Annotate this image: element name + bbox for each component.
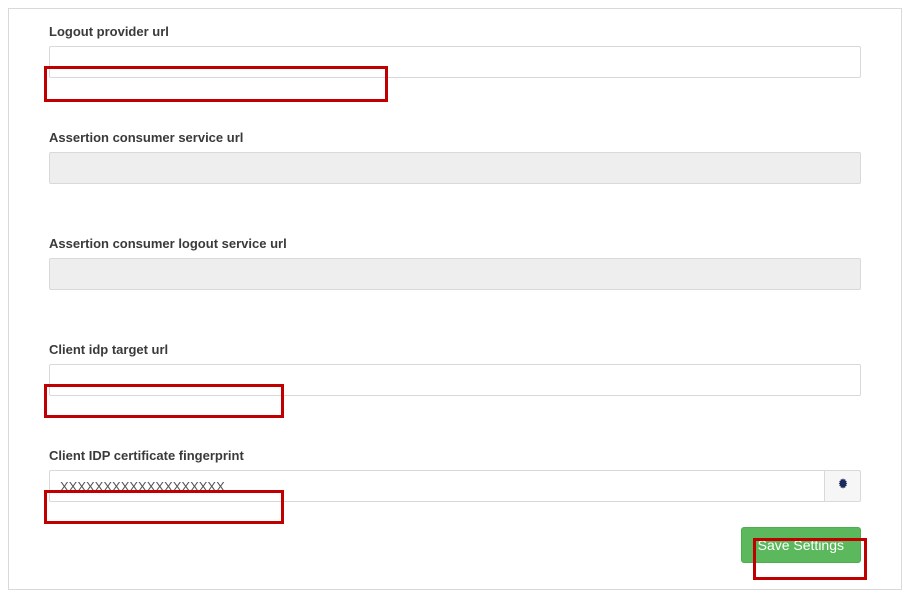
settings-panel: Logout provider url Assertion consumer s… [8, 8, 902, 590]
client-idp-target-url-input[interactable] [49, 364, 861, 396]
client-idp-certificate-fingerprint-input[interactable] [49, 470, 825, 502]
logout-provider-url-input[interactable] [49, 46, 861, 78]
label-acs-logout: Assertion consumer logout service url [49, 236, 861, 251]
label-acs: Assertion consumer service url [49, 130, 861, 145]
button-row: Save Settings [49, 527, 861, 563]
input-wrap [49, 46, 861, 78]
field-idp-fingerprint: Client IDP certificate fingerprint [49, 448, 861, 502]
field-logout-provider: Logout provider url [49, 24, 861, 78]
label-idp-target: Client idp target url [49, 342, 861, 357]
assertion-consumer-logout-service-url-input [49, 258, 861, 290]
input-wrap [49, 364, 861, 396]
field-acs: Assertion consumer service url [49, 130, 861, 184]
save-settings-button[interactable]: Save Settings [741, 527, 861, 563]
fingerprint-addon[interactable] [825, 470, 861, 502]
label-idp-fingerprint: Client IDP certificate fingerprint [49, 448, 861, 463]
fingerprint-input-group [49, 470, 861, 502]
field-idp-target: Client idp target url [49, 342, 861, 396]
field-acs-logout: Assertion consumer logout service url [49, 236, 861, 290]
gear-icon [836, 477, 850, 496]
input-wrap [49, 470, 861, 502]
label-logout-provider: Logout provider url [49, 24, 861, 39]
assertion-consumer-service-url-input [49, 152, 861, 184]
